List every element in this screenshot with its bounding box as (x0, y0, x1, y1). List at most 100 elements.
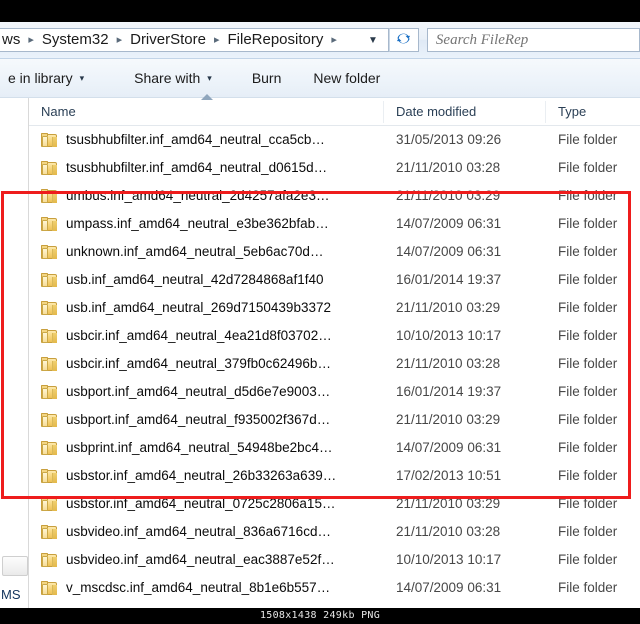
table-row[interactable]: usbcir.inf_amd64_neutral_379fb0c62496b… 2… (29, 350, 640, 378)
file-name-cell[interactable]: usbstor.inf_amd64_neutral_26b33263a639… (29, 462, 384, 490)
type-cell: File folder (558, 132, 618, 147)
command-toolbar: e in library ▾ Share with ▾ Burn New fol… (0, 59, 640, 98)
toolbar-item-include-in-library[interactable]: e in library ▾ (0, 66, 92, 90)
file-name-cell[interactable]: tsusbhubfilter.inf_amd64_neutral_d0615d… (29, 154, 384, 182)
type-cell: File folder (558, 524, 618, 539)
chevron-down-icon: ▾ (207, 72, 212, 83)
file-name-cell[interactable]: umbus.inf_amd64_neutral_2d4257afa2e3… (29, 182, 384, 210)
sort-ascending-icon (201, 94, 213, 100)
table-row[interactable]: usbcir.inf_amd64_neutral_4ea21d8f03702… 1… (29, 322, 640, 350)
file-name-cell[interactable]: usbcir.inf_amd64_neutral_379fb0c62496b… (29, 350, 384, 378)
column-header-type[interactable]: Type (546, 101, 640, 123)
file-name-cell[interactable]: usbport.inf_amd64_neutral_f935002f367d… (29, 406, 384, 434)
table-row[interactable]: usb.inf_amd64_neutral_269d7150439b3372 21… (29, 294, 640, 322)
type-cell: File folder (558, 300, 618, 315)
column-header-name[interactable]: Name (29, 100, 384, 123)
table-row[interactable]: usbvideo.inf_amd64_neutral_836a6716cd… 21… (29, 518, 640, 546)
type-cell: File folder (558, 160, 618, 175)
chevron-down-icon[interactable]: ▼ (364, 35, 388, 46)
file-name-cell[interactable]: usbcir.inf_amd64_neutral_4ea21d8f03702… (29, 322, 384, 350)
column-header-date-modified[interactable]: Date modified (384, 100, 546, 123)
type-cell: File folder (558, 356, 618, 371)
file-name-cell[interactable]: usbvideo.inf_amd64_neutral_eac3887e52f… (29, 546, 384, 574)
file-name-cell[interactable]: usb.inf_amd64_neutral_42d7284868af1f40 (29, 266, 384, 294)
table-row[interactable]: usbport.inf_amd64_neutral_f935002f367d… 2… (29, 406, 640, 434)
table-row[interactable]: usb.inf_amd64_neutral_42d7284868af1f40 16… (29, 266, 640, 294)
table-row[interactable]: usbprint.inf_amd64_neutral_54948be2bc4… 1… (29, 434, 640, 462)
table-row[interactable]: umbus.inf_amd64_neutral_2d4257afa2e3… 21/… (29, 182, 640, 210)
file-list-rows: tsusbhubfilter.inf_amd64_neutral_cca5cb…… (29, 126, 640, 602)
toolbar-item-new-folder[interactable]: New folder (305, 66, 388, 90)
table-row[interactable]: usbvideo.inf_amd64_neutral_eac3887e52f… 1… (29, 546, 640, 574)
file-name-label: usb.inf_amd64_neutral_42d7284868af1f40 (66, 272, 324, 287)
file-name-label: usbstor.inf_amd64_neutral_0725c2806a15… (66, 496, 336, 511)
search-input[interactable] (427, 30, 639, 50)
type-cell: File folder (558, 272, 618, 287)
file-name-label: usbport.inf_amd64_neutral_f935002f367d… (66, 412, 331, 427)
file-name-label: usbprint.inf_amd64_neutral_54948be2bc4… (66, 440, 333, 455)
chevron-down-icon: ▾ (79, 72, 85, 83)
search-box[interactable] (426, 28, 640, 52)
file-name-label: v_mscdsc.inf_amd64_neutral_8b1e6b557… (66, 580, 331, 595)
folder-icon (41, 160, 58, 176)
date-modified-cell: 21/11/2010 03:29 (396, 496, 501, 511)
file-name-cell[interactable]: usbprint.inf_amd64_neutral_54948be2bc4… (29, 434, 384, 462)
folder-icon (41, 244, 58, 260)
breadcrumb-separator: ▸ (28, 34, 34, 46)
folder-icon (41, 132, 58, 148)
folder-icon (41, 552, 58, 568)
toolbar-item-burn[interactable]: Burn (244, 66, 290, 90)
refresh-button[interactable] (388, 28, 419, 52)
type-cell: File folder (558, 244, 618, 259)
type-cell: File folder (558, 440, 618, 455)
type-cell: File folder (558, 384, 618, 399)
navigation-pane-item[interactable] (2, 556, 28, 576)
address-bar: ws ▸ System32 ▸ DriverStore ▸ FileReposi… (0, 22, 640, 59)
file-name-cell[interactable]: usb.inf_amd64_neutral_269d7150439b3372 (29, 294, 384, 322)
table-row[interactable]: unknown.inf_amd64_neutral_5eb6ac70d… 14/0… (29, 238, 640, 266)
breadcrumb[interactable]: ws ▸ System32 ▸ DriverStore ▸ FileReposi… (0, 28, 389, 52)
breadcrumb-item-1[interactable]: System32 (40, 29, 111, 51)
breadcrumb-item-3[interactable]: FileRepository (226, 29, 326, 51)
breadcrumb-item-0[interactable]: ws (0, 29, 22, 51)
file-name-label: usbstor.inf_amd64_neutral_26b33263a639… (66, 468, 337, 483)
date-modified-cell: 14/07/2009 06:31 (396, 580, 502, 595)
file-name-label: usbport.inf_amd64_neutral_d5d6e7e9003… (66, 384, 331, 399)
table-row[interactable]: umpass.inf_amd64_neutral_e3be362bfab… 14/… (29, 210, 640, 238)
date-modified-cell: 21/11/2010 03:29 (396, 412, 501, 427)
toolbar-item-share-with[interactable]: Share with ▾ (126, 66, 220, 90)
date-modified-cell: 14/07/2009 06:31 (396, 440, 502, 455)
folder-icon (41, 356, 58, 372)
column-headers: Name Date modified Type (29, 94, 640, 126)
file-name-label: usbcir.inf_amd64_neutral_4ea21d8f03702… (66, 328, 332, 343)
file-list: Name Date modified Type tsusbhubfilter.i… (29, 94, 640, 608)
breadcrumb-item-2[interactable]: DriverStore (128, 29, 208, 51)
file-name-cell[interactable]: usbstor.inf_amd64_neutral_0725c2806a15… (29, 490, 384, 518)
file-name-cell[interactable]: usbport.inf_amd64_neutral_d5d6e7e9003… (29, 378, 384, 406)
table-row[interactable]: usbstor.inf_amd64_neutral_26b33263a639… 1… (29, 462, 640, 490)
navigation-pane[interactable]: MS (0, 98, 29, 608)
file-name-cell[interactable]: tsusbhubfilter.inf_amd64_neutral_cca5cb… (29, 126, 384, 154)
table-row[interactable]: tsusbhubfilter.inf_amd64_neutral_d0615d…… (29, 154, 640, 182)
table-row[interactable]: tsusbhubfilter.inf_amd64_neutral_cca5cb…… (29, 126, 640, 154)
breadcrumb-separator-trailing[interactable]: ▸ (325, 29, 343, 51)
date-modified-cell: 16/01/2014 19:37 (396, 384, 502, 399)
image-caption-bar: 1508x1438 249kb PNG (0, 608, 640, 624)
breadcrumb-separator: ▸ (213, 34, 220, 46)
file-name-cell[interactable]: unknown.inf_amd64_neutral_5eb6ac70d… (29, 238, 384, 266)
date-modified-cell: 21/11/2010 03:28 (396, 524, 501, 539)
navigation-pane-truncated-label: MS (1, 587, 21, 602)
date-modified-cell: 21/11/2010 03:29 (396, 300, 501, 315)
file-name-cell[interactable]: v_mscdsc.inf_amd64_neutral_8b1e6b557… (29, 574, 384, 602)
toolbar-item-label: e in library (8, 70, 73, 86)
table-row[interactable]: v_mscdsc.inf_amd64_neutral_8b1e6b557… 14/… (29, 574, 640, 602)
explorer-body: MS Name Date modified Type tsusbhubfilte… (0, 94, 640, 608)
table-row[interactable]: usbport.inf_amd64_neutral_d5d6e7e9003… 16… (29, 378, 640, 406)
file-name-cell[interactable]: usbvideo.inf_amd64_neutral_836a6716cd… (29, 518, 384, 546)
toolbar-item-label: New folder (313, 70, 381, 86)
folder-icon (41, 496, 58, 512)
file-name-label: usbcir.inf_amd64_neutral_379fb0c62496b… (66, 356, 331, 371)
type-cell: File folder (558, 468, 618, 483)
table-row[interactable]: usbstor.inf_amd64_neutral_0725c2806a15… 2… (29, 490, 640, 518)
file-name-cell[interactable]: umpass.inf_amd64_neutral_e3be362bfab… (29, 210, 384, 238)
